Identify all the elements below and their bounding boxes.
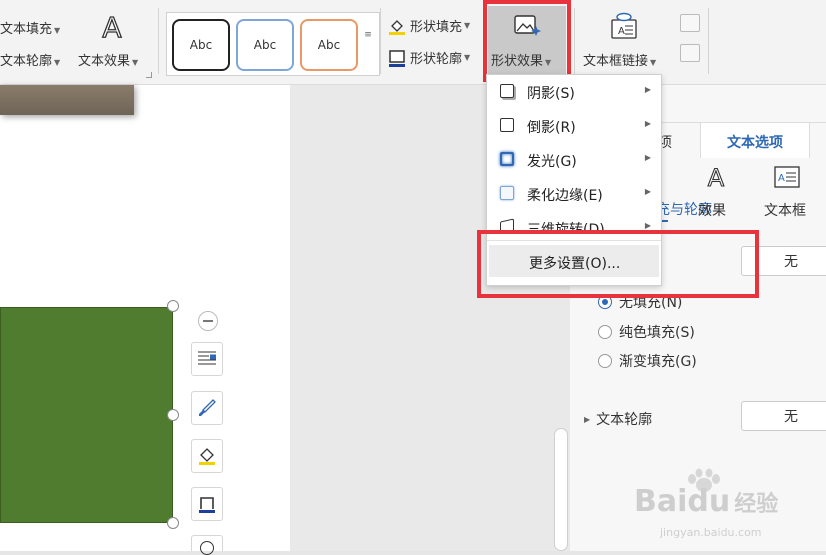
resize-handle-bottom-right[interactable] xyxy=(167,517,179,529)
style-sample-black[interactable]: Abc xyxy=(172,19,230,71)
svg-text:A: A xyxy=(778,173,785,184)
chevron-down-icon: ▼ xyxy=(54,58,61,67)
paint-bucket-icon xyxy=(389,19,405,35)
submenu-arrow-icon: ▶ xyxy=(644,119,651,128)
shape-style-button[interactable] xyxy=(191,391,223,425)
prev-textbox-icon[interactable] xyxy=(680,14,700,32)
chevron-down-icon: ▼ xyxy=(464,53,471,62)
radio-button[interactable] xyxy=(598,325,612,339)
textbox-link-button[interactable]: A 文本框链接 ▼ xyxy=(580,8,670,74)
picture-fragment xyxy=(0,85,134,115)
menu-item-glow[interactable]: 发光(G) ▶ xyxy=(487,143,661,177)
menu-item-soft-edge[interactable]: 柔化边缘(E) ▶ xyxy=(487,177,661,211)
brush-icon xyxy=(199,399,216,416)
menu-item-shadow[interactable]: 阴影(S) ▶ xyxy=(487,75,661,109)
divider xyxy=(708,8,709,74)
svg-text:A: A xyxy=(102,12,121,42)
shape-outline-side-button[interactable] xyxy=(191,487,223,521)
textbox-icon: A xyxy=(774,166,800,188)
submenu-arrow-icon: ▶ xyxy=(644,85,651,94)
dialog-launcher-icon[interactable] xyxy=(146,72,152,78)
chevron-down-icon: ▼ xyxy=(132,58,139,67)
resize-handle-top-right[interactable] xyxy=(167,300,179,312)
text-outline-button[interactable]: 文本轮廓 ▼ xyxy=(0,50,60,69)
divider xyxy=(574,8,575,74)
radio-solid-fill[interactable]: 纯色填充(S) xyxy=(598,322,695,342)
text-outline-section-label: 文本轮廓 xyxy=(596,412,653,428)
shape-effect-side-button[interactable] xyxy=(191,535,223,555)
textbox-link-icon: A xyxy=(611,12,637,39)
reflection-icon xyxy=(500,118,514,132)
svg-text:A: A xyxy=(708,164,725,190)
shape-fill-label: 形状填充 xyxy=(410,20,463,35)
shape-fill-button[interactable]: 形状填充 ▼ xyxy=(388,16,470,35)
text-effect-icon: A xyxy=(102,12,122,42)
svg-text:A: A xyxy=(618,26,625,37)
submenu-arrow-icon: ▶ xyxy=(644,153,651,162)
text-fill-button[interactable]: 文本填充 ▼ xyxy=(0,18,60,37)
scrollbar-thumb[interactable] xyxy=(554,428,568,551)
radio-gradient-fill[interactable]: 渐变填充(G) xyxy=(598,351,697,371)
text-effect-icon: A xyxy=(707,164,725,190)
shape-fill-side-button[interactable] xyxy=(191,439,223,473)
green-rectangle-shape[interactable] xyxy=(0,307,173,523)
subtab-textbox[interactable]: A 文本框 xyxy=(760,160,816,220)
radio-solid-fill-label: 纯色填充(S) xyxy=(619,325,695,341)
submenu-arrow-icon: ▶ xyxy=(644,221,651,230)
glow-icon xyxy=(500,152,514,166)
menu-item-reflection[interactable]: 倒影(R) ▶ xyxy=(487,109,661,143)
resize-handle-right[interactable] xyxy=(167,409,179,421)
layout-options-button[interactable] xyxy=(191,342,223,376)
watermark-brand-cn: 经验 xyxy=(734,492,779,517)
effect-icon xyxy=(200,541,214,555)
shadow-icon xyxy=(500,84,514,98)
text-outline-label: 文本轮廓 xyxy=(0,54,53,69)
radio-button[interactable] xyxy=(598,354,612,368)
text-effect-button[interactable]: A 文本效果 ▼ xyxy=(76,8,148,74)
style-sample-orange[interactable]: Abc xyxy=(300,19,358,71)
next-textbox-icon[interactable] xyxy=(680,44,700,62)
highlight-more-settings xyxy=(477,230,759,298)
text-outline-section-toggle[interactable]: ▶ 文本轮廓 xyxy=(584,409,652,429)
soft-edge-icon xyxy=(500,186,514,200)
paint-bucket-icon xyxy=(199,448,215,465)
watermark-brand: Baidu xyxy=(634,484,731,519)
highlight-shape-effect xyxy=(483,0,571,82)
baidu-watermark: Baidu 经验 jingyan.baidu.com xyxy=(632,468,822,546)
divider xyxy=(158,8,159,74)
collapse-toolbar-button[interactable] xyxy=(198,311,218,331)
style-sample-blue[interactable]: Abc xyxy=(236,19,294,71)
tab-text-options[interactable]: 文本选项 xyxy=(700,122,810,158)
submenu-arrow-icon: ▶ xyxy=(644,187,651,196)
subtab-textbox-label: 文本框 xyxy=(764,203,806,219)
chevron-down-icon: ▼ xyxy=(464,21,471,30)
menu-item-3d-rotation[interactable]: 三维旋转(D) ▶ xyxy=(487,211,661,231)
shape-outline-label: 形状轮廓 xyxy=(410,52,463,67)
shape-outline-icon xyxy=(389,49,405,67)
minus-icon xyxy=(203,320,213,322)
textbox-link-label: 文本框链接 xyxy=(583,54,649,69)
caret-right-icon: ▶ xyxy=(584,414,591,424)
fill-value: 无 xyxy=(784,254,798,270)
subtab-effect[interactable]: A 效果 xyxy=(694,160,738,220)
divider xyxy=(380,8,381,74)
subtab-effect-label: 效果 xyxy=(698,203,726,219)
chevron-down-icon: ▼ xyxy=(54,26,61,35)
shape-outline-button[interactable]: 形状轮廓 ▼ xyxy=(388,48,470,67)
text-wrap-icon xyxy=(198,351,216,365)
gallery-more-icon[interactable]: ≡ xyxy=(362,30,374,44)
shape-outline-icon xyxy=(199,497,215,513)
watermark-url: jingyan.baidu.com xyxy=(660,526,762,539)
tab-text-options-label: 文本选项 xyxy=(727,135,783,151)
text-outline-dropdown[interactable]: 无 xyxy=(741,401,826,431)
chevron-down-icon: ▼ xyxy=(650,58,657,67)
text-fill-label: 文本填充 xyxy=(0,22,53,37)
text-effect-label: 文本效果 xyxy=(78,54,131,69)
text-outline-value: 无 xyxy=(784,409,798,425)
radio-gradient-fill-label: 渐变填充(G) xyxy=(619,354,697,370)
